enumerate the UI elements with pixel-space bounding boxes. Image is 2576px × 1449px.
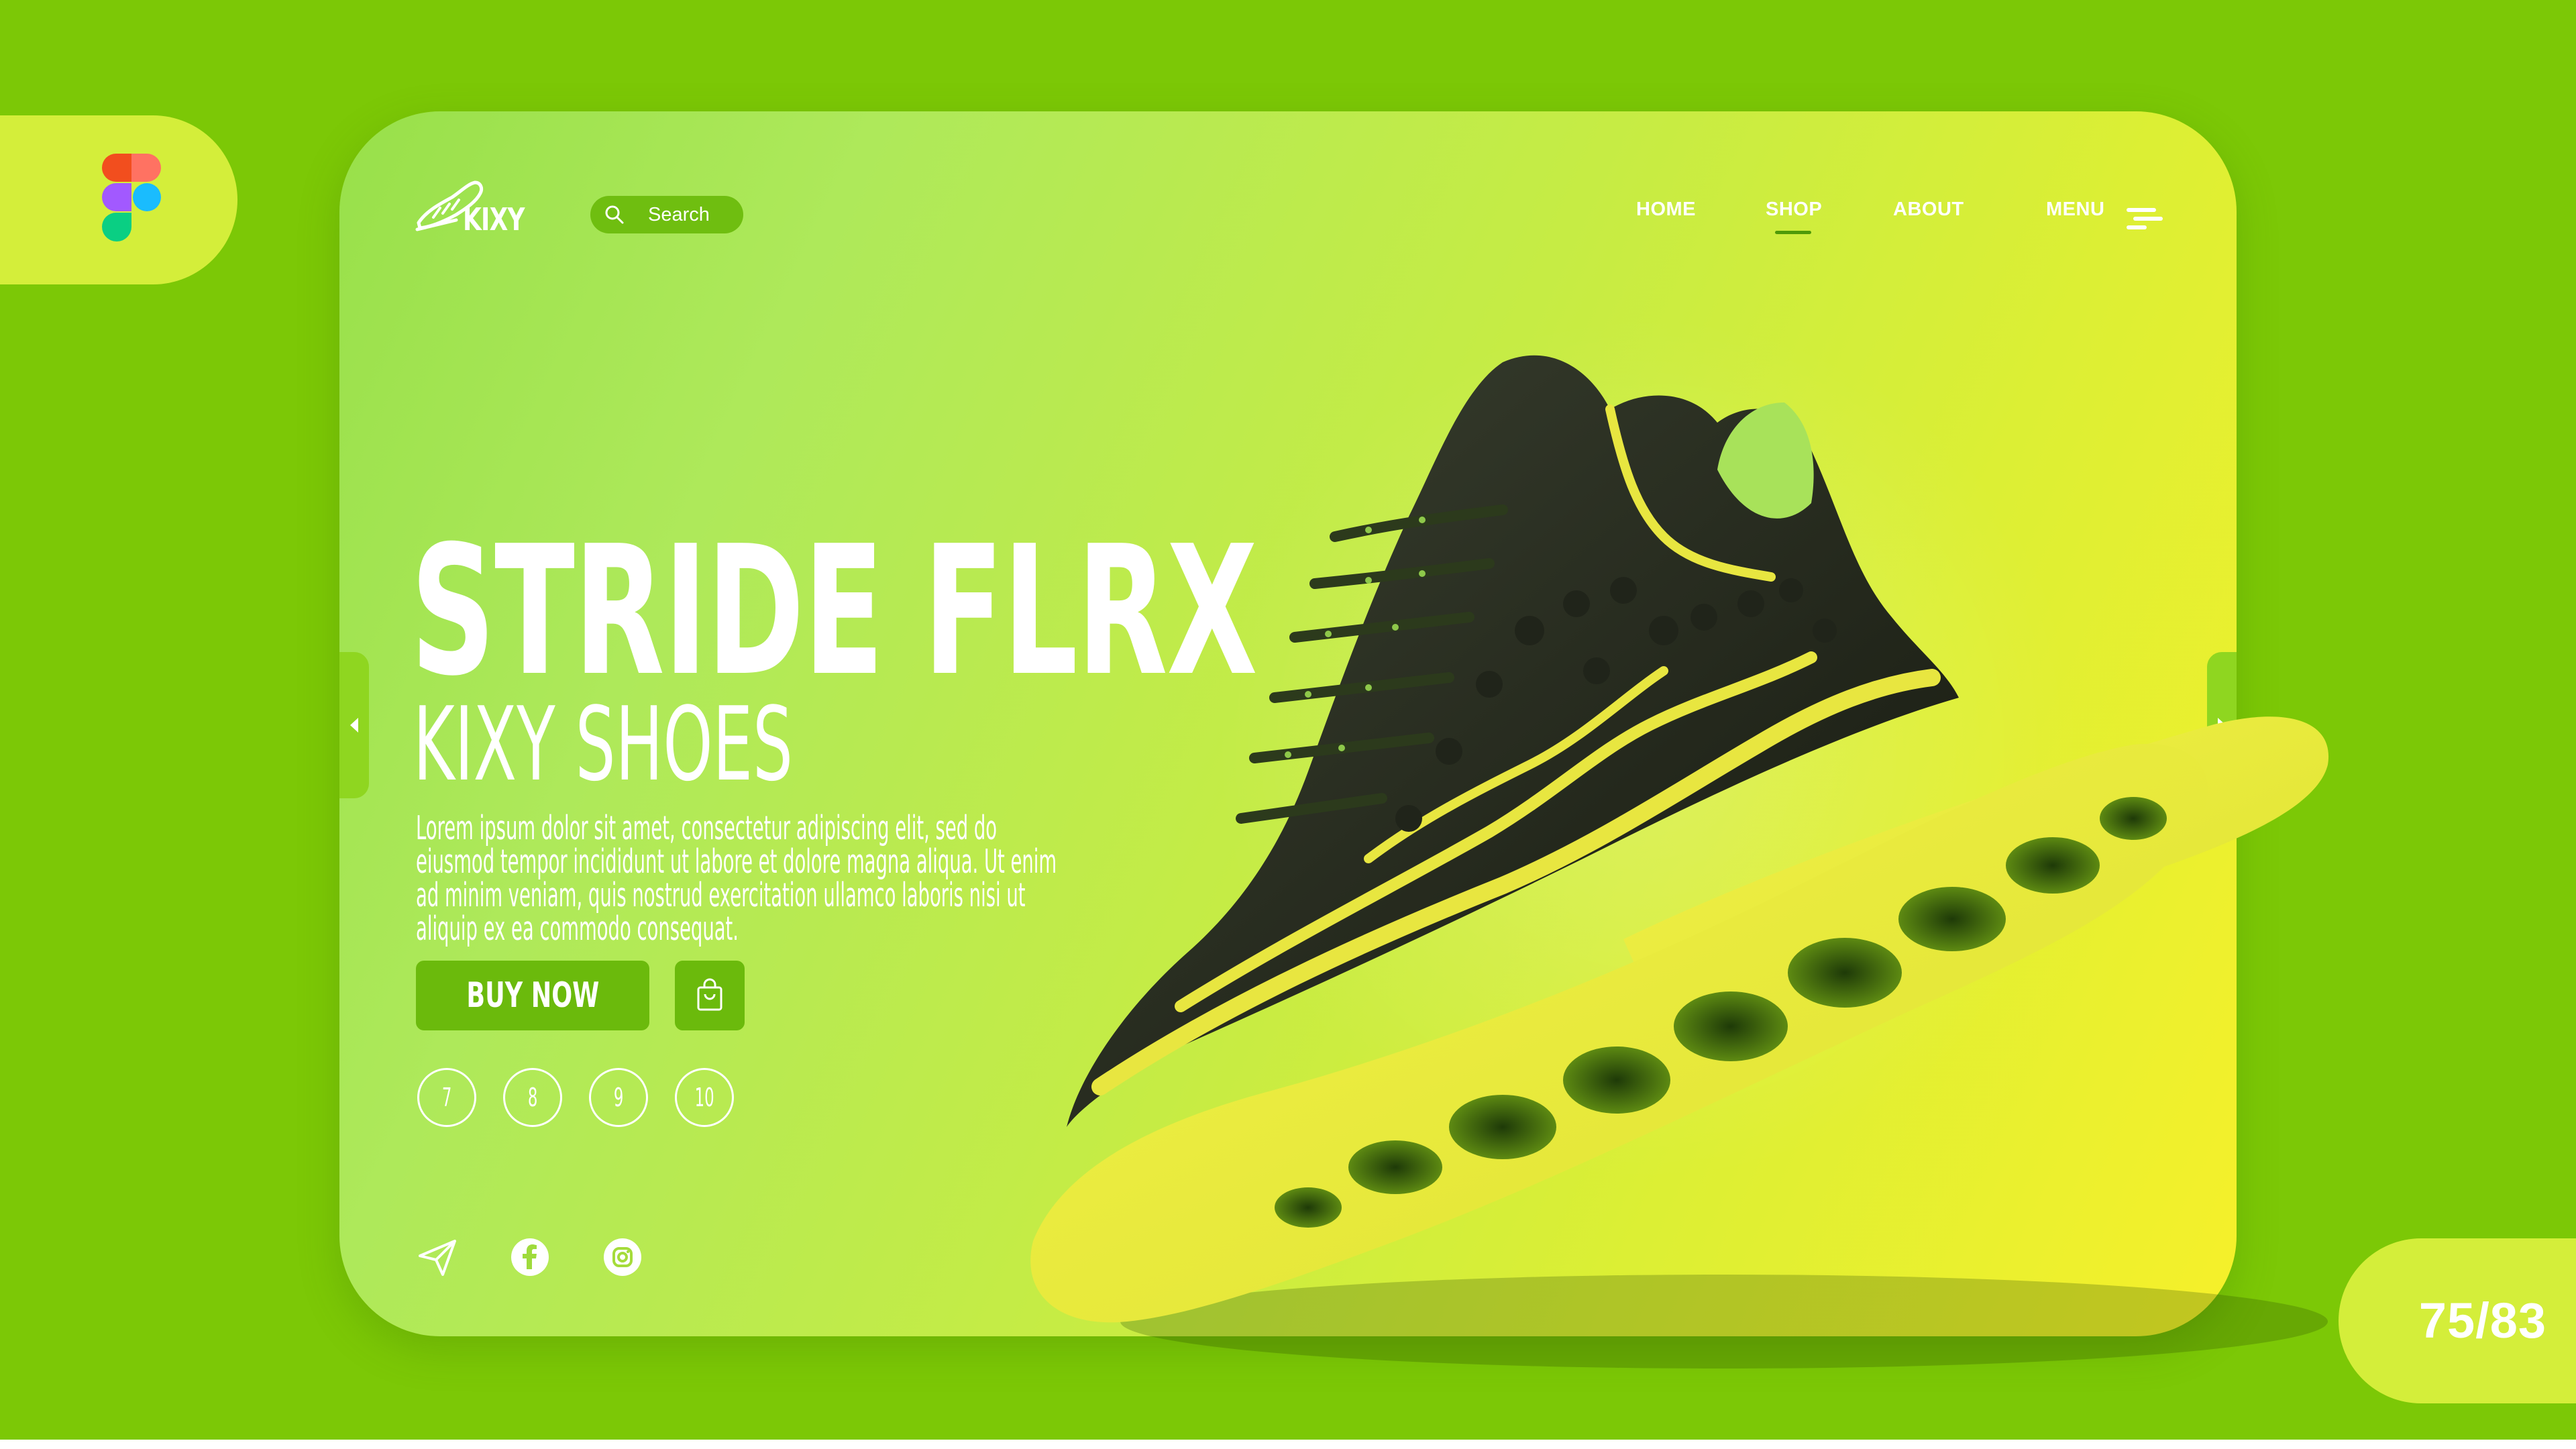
search-label: Search [648,204,710,225]
size-option[interactable]: 7 [417,1068,476,1127]
shopping-bag-icon [697,978,722,1011]
size-option[interactable]: 9 [589,1068,648,1127]
instagram-icon[interactable] [601,1236,644,1279]
size-label: 10 [694,1083,714,1112]
chevron-left-icon [350,718,358,733]
add-to-bag-button[interactable] [675,961,745,1030]
figma-badge [0,115,237,284]
page-counter-badge: 75/83 [2339,1238,2576,1403]
figma-icon [102,154,161,241]
size-label: 7 [441,1083,452,1112]
size-option[interactable]: 10 [675,1068,734,1127]
nav-about[interactable]: ABOUT [1893,199,1964,221]
hero-description: Lorem ipsum dolor sit amet, consectetur … [416,809,1057,948]
menu-button[interactable]: MENU [2046,199,2104,221]
search-icon [605,205,624,224]
brand-name: KIXY [463,201,525,237]
prev-slide-button[interactable] [339,652,369,798]
nav-shop[interactable]: SHOP [1766,199,1822,221]
size-option[interactable]: 8 [503,1068,562,1127]
buy-now-button[interactable]: BUY NOW [416,961,649,1030]
page-counter: 75/83 [2418,1293,2547,1348]
hero-subtitle: KIXY SHOES [413,685,793,804]
size-label: 8 [527,1083,538,1112]
buy-now-label: BUY NOW [466,975,599,1016]
facebook-icon[interactable] [508,1236,551,1279]
search-bar[interactable]: Search [590,196,743,233]
nav-home[interactable]: HOME [1636,199,1696,221]
brand-logo[interactable]: KIXY [413,170,527,244]
hamburger-menu-icon[interactable] [2127,207,2163,231]
send-icon[interactable] [416,1236,459,1279]
nav-active-indicator [1775,231,1811,234]
bottom-strip [0,1440,2576,1449]
size-label: 9 [613,1083,624,1112]
sneaker-image [1030,355,2329,1368]
